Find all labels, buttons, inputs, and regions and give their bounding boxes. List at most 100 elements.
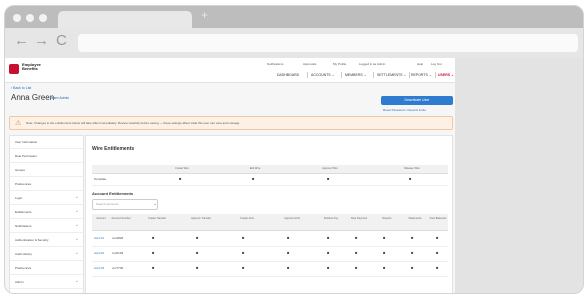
account-search-input[interactable]: Search accounts ⌄ <box>92 199 158 210</box>
address-bar[interactable] <box>78 34 578 52</box>
account-entitlement-checkbox[interactable]: ■ <box>287 265 289 270</box>
sidebar-item-role-permission[interactable]: Role Permission <box>10 150 83 163</box>
account-entitlement-checkbox[interactable]: ■ <box>242 235 244 240</box>
chevron-down-icon: ⌄ <box>74 278 79 284</box>
account-entitlement-checkbox[interactable]: ■ <box>436 235 438 240</box>
account-entitlement-checkbox[interactable]: ■ <box>411 235 413 240</box>
sidebar-item-entitlements[interactable]: Entitlements ⌄ <box>10 206 83 219</box>
account-link[interactable]: Acct 03 <box>94 266 104 270</box>
reload-icon[interactable]: C <box>56 32 67 50</box>
column-header: Create Wire <box>175 167 189 170</box>
menu-reports[interactable]: REPORTS ⌄ <box>411 73 432 77</box>
util-link[interactable]: Help <box>417 62 423 66</box>
column-header: Account Number <box>111 217 131 220</box>
new-tab-icon[interactable]: + <box>201 8 208 22</box>
account-table-header: Account Account Number Create Transfer A… <box>92 214 448 231</box>
account-entitlement-checkbox[interactable]: ■ <box>436 250 438 255</box>
account-entitlement-checkbox[interactable]: ■ <box>327 235 329 240</box>
alert-message: Note: Changes to the entitlements below … <box>26 121 241 125</box>
back-arrow-icon[interactable]: ← <box>14 32 29 50</box>
account-entitlement-checkbox[interactable]: ■ <box>383 235 385 240</box>
account-entitlement-checkbox[interactable]: ■ <box>436 265 438 270</box>
row-divider <box>92 261 448 262</box>
util-link[interactable]: Approvals <box>303 62 316 66</box>
page-subtitle[interactable]: Team Admin <box>50 96 69 100</box>
account-entitlement-checkbox[interactable]: ■ <box>411 250 413 255</box>
menu-divider <box>373 72 374 78</box>
row-divider <box>92 276 448 277</box>
sidebar-item-notifications[interactable]: Notifications ⌄ <box>10 220 83 233</box>
column-header: Approve ACH <box>284 217 300 220</box>
sidebar-item-label: Authentication & Security <box>15 238 49 242</box>
menu-dashboard[interactable]: DASHBOARD <box>277 73 299 77</box>
app-header: Employee Benefits Notifications Approval… <box>5 58 455 83</box>
account-entitlement-checkbox[interactable]: ■ <box>242 250 244 255</box>
account-entitlement-checkbox[interactable]: ■ <box>327 250 329 255</box>
util-link[interactable]: Notifications <box>267 62 283 66</box>
browser-tab-strip: + <box>5 6 583 28</box>
wire-entitlement-checkbox[interactable]: ■ <box>252 176 254 181</box>
account-entitlement-checkbox[interactable]: ■ <box>355 265 357 270</box>
account-entitlement-checkbox[interactable]: ■ <box>355 250 357 255</box>
wire-table-header: Create Wire Edit Wire Approve Wire Relea… <box>92 165 448 174</box>
breadcrumb[interactable]: ‹ Back to List <box>11 86 31 90</box>
account-entitlement-checkbox[interactable]: ■ <box>287 250 289 255</box>
account-entitlement-checkbox[interactable]: ■ <box>196 265 198 270</box>
settings-sidebar: User Information Role Permission Groups … <box>9 135 84 293</box>
sidebar-item-audit-history[interactable]: Audit History ⌄ <box>10 248 83 261</box>
brand-logo-icon[interactable] <box>9 64 19 74</box>
account-entitlement-checkbox[interactable]: ■ <box>287 235 289 240</box>
account-entitlement-checkbox[interactable]: ■ <box>152 250 154 255</box>
account-entitlement-checkbox[interactable]: ■ <box>411 265 413 270</box>
menu-divider <box>435 72 436 78</box>
account-entitlement-checkbox[interactable]: ■ <box>327 265 329 270</box>
menu-settlements[interactable]: SETTLEMENTS ⌄ <box>377 73 406 77</box>
sidebar-item-admin[interactable]: Admin ⌄ <box>10 276 83 289</box>
sidebar-item-user-information[interactable]: User Information <box>10 136 83 149</box>
wire-entitlement-checkbox[interactable]: ■ <box>327 176 329 181</box>
wire-entitlement-checkbox[interactable]: ■ <box>179 176 181 181</box>
chevron-down-icon: ⌄ <box>74 222 79 228</box>
account-entitlement-checkbox[interactable]: ■ <box>196 235 198 240</box>
menu-users[interactable]: USERS ⌄ <box>438 73 454 77</box>
deactivate-user-button[interactable]: Deactivate User <box>381 96 453 105</box>
sidebar-item-preferences[interactable]: Preferences <box>10 178 83 191</box>
menu-members[interactable]: MEMBERS ⌄ <box>345 73 367 77</box>
window-close-dot[interactable] <box>13 14 21 22</box>
account-entitlement-checkbox[interactable]: ■ <box>152 235 154 240</box>
sidebar-item-label: Preferences <box>15 182 32 186</box>
account-entitlement-checkbox[interactable]: ■ <box>383 265 385 270</box>
util-link[interactable]: Log Out <box>431 62 442 66</box>
account-link[interactable]: Acct 02 <box>94 251 104 255</box>
wire-entitlement-checkbox[interactable]: ■ <box>409 176 411 181</box>
sidebar-item-label: Login <box>15 196 23 200</box>
brand-name: Employee Benefits <box>22 63 41 71</box>
util-link[interactable]: Logged in as Admin <box>359 62 385 66</box>
account-number: xxx5193 <box>112 251 124 255</box>
chevron-down-icon: ⌄ <box>153 201 158 207</box>
account-actions-link[interactable]: Reset Password • Resend Invite <box>383 108 426 112</box>
util-link[interactable]: My Profile <box>333 62 346 66</box>
sidebar-item-security[interactable]: Authentication & Security ⌄ <box>10 234 83 247</box>
chevron-down-icon: ⌄ <box>74 236 79 242</box>
account-link[interactable]: Acct 01 <box>94 236 104 240</box>
column-header: Edit Wire <box>249 167 261 170</box>
account-entitlement-checkbox[interactable]: ■ <box>152 265 154 270</box>
sidebar-item-groups[interactable]: Groups <box>10 164 83 177</box>
menu-accounts[interactable]: ACCOUNTS ⌄ <box>311 73 335 77</box>
column-header: View Balances <box>429 217 447 220</box>
window-minimize-dot[interactable] <box>26 14 34 22</box>
row-divider <box>92 246 448 247</box>
account-entitlement-checkbox[interactable]: ■ <box>242 265 244 270</box>
column-header: Account <box>96 217 106 220</box>
browser-tab[interactable] <box>58 11 192 28</box>
account-entitlement-checkbox[interactable]: ■ <box>355 235 357 240</box>
window-zoom-dot[interactable] <box>39 14 47 22</box>
sidebar-item-preferences-2[interactable]: Preferences <box>10 262 83 275</box>
forward-arrow-icon[interactable]: → <box>34 32 49 50</box>
entitlements-panel: Wire Entitlements Create Wire Edit Wire … <box>85 135 453 293</box>
account-entitlement-checkbox[interactable]: ■ <box>196 250 198 255</box>
account-entitlement-checkbox[interactable]: ■ <box>383 250 385 255</box>
column-header: Stop Payment <box>350 217 368 220</box>
sidebar-item-login[interactable]: Login ⌄ <box>10 192 83 205</box>
